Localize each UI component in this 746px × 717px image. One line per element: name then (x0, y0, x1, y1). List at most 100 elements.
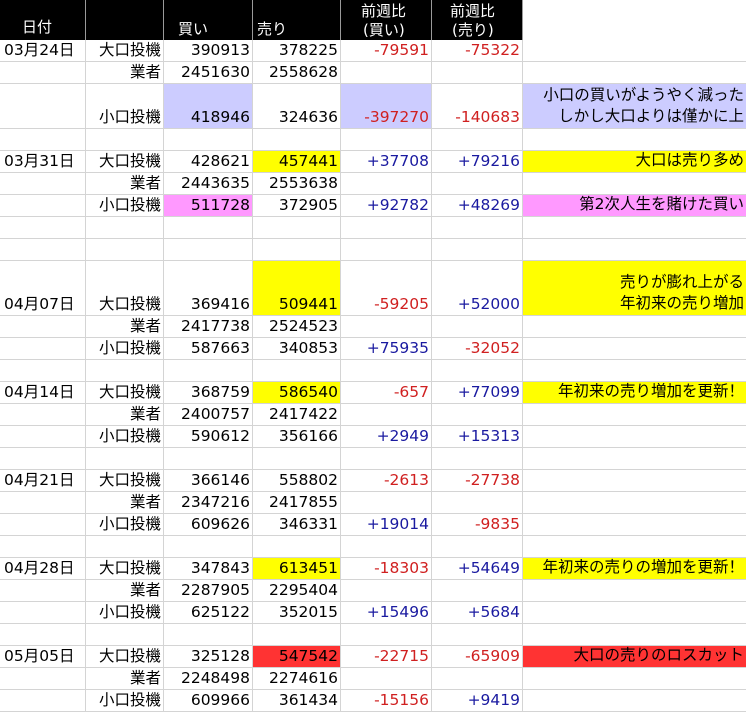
sell-cell[interactable]: 361434 (253, 690, 341, 712)
type-cell[interactable] (86, 360, 164, 382)
diff-buy-cell[interactable]: -59205 (341, 261, 432, 316)
type-cell[interactable]: 業者 (86, 316, 164, 338)
sell-cell[interactable]: 378225 (253, 40, 341, 62)
diff-sell-cell[interactable]: +9419 (432, 690, 523, 712)
header-sell[interactable]: 売り (253, 0, 341, 40)
diff-sell-cell[interactable] (432, 173, 523, 195)
header-buy[interactable]: 買い (164, 0, 253, 40)
date-cell[interactable] (0, 668, 86, 690)
note-cell[interactable] (523, 62, 746, 84)
sell-cell[interactable] (253, 239, 341, 261)
diff-sell-cell[interactable]: -75322 (432, 40, 523, 62)
note-cell[interactable] (523, 690, 746, 712)
note-cell[interactable] (523, 624, 746, 646)
type-cell[interactable]: 大口投機 (86, 382, 164, 404)
sell-cell[interactable]: 2417422 (253, 404, 341, 426)
sell-cell[interactable]: 547542 (253, 646, 341, 668)
date-cell[interactable] (0, 426, 86, 448)
diff-buy-cell[interactable]: +15496 (341, 602, 432, 624)
diff-sell-cell[interactable] (432, 239, 523, 261)
type-cell[interactable] (86, 239, 164, 261)
note-cell[interactable] (523, 404, 746, 426)
note-cell[interactable]: 第2次人生を賭けた買い (523, 195, 746, 217)
diff-sell-cell[interactable] (432, 492, 523, 514)
buy-cell[interactable]: 325128 (164, 646, 253, 668)
diff-sell-cell[interactable]: -32052 (432, 338, 523, 360)
note-cell[interactable] (523, 426, 746, 448)
sell-cell[interactable]: 2274616 (253, 668, 341, 690)
sell-cell[interactable]: 340853 (253, 338, 341, 360)
sell-cell[interactable]: 509441 (253, 261, 341, 316)
buy-cell[interactable]: 2287905 (164, 580, 253, 602)
sell-cell[interactable]: 2417855 (253, 492, 341, 514)
note-cell[interactable]: 大口は売り多め (523, 151, 746, 173)
diff-sell-cell[interactable] (432, 668, 523, 690)
diff-sell-cell[interactable] (432, 536, 523, 558)
sell-cell[interactable]: 324636 (253, 84, 341, 129)
note-cell[interactable] (523, 129, 746, 151)
buy-cell[interactable]: 2347216 (164, 492, 253, 514)
diff-buy-cell[interactable] (341, 129, 432, 151)
date-cell[interactable] (0, 514, 86, 536)
date-cell[interactable]: 04月28日 (0, 558, 86, 580)
buy-cell[interactable] (164, 217, 253, 239)
buy-cell[interactable]: 587663 (164, 338, 253, 360)
header-note[interactable] (523, 0, 746, 40)
type-cell[interactable]: 小口投機 (86, 690, 164, 712)
buy-cell[interactable]: 2417738 (164, 316, 253, 338)
sell-cell[interactable] (253, 217, 341, 239)
type-cell[interactable]: 業者 (86, 62, 164, 84)
note-cell[interactable] (523, 514, 746, 536)
sell-cell[interactable]: 558802 (253, 470, 341, 492)
diff-sell-cell[interactable] (432, 217, 523, 239)
sell-cell[interactable] (253, 360, 341, 382)
sell-cell[interactable] (253, 536, 341, 558)
date-cell[interactable]: 03月24日 (0, 40, 86, 62)
type-cell[interactable]: 大口投機 (86, 470, 164, 492)
type-cell[interactable]: 小口投機 (86, 514, 164, 536)
diff-buy-cell[interactable]: -657 (341, 382, 432, 404)
buy-cell[interactable] (164, 536, 253, 558)
note-cell[interactable] (523, 470, 746, 492)
diff-buy-cell[interactable] (341, 448, 432, 470)
buy-cell[interactable] (164, 624, 253, 646)
type-cell[interactable]: 業者 (86, 492, 164, 514)
date-cell[interactable] (0, 624, 86, 646)
sell-cell[interactable]: 2558628 (253, 62, 341, 84)
note-cell[interactable] (523, 580, 746, 602)
diff-buy-cell[interactable]: -397270 (341, 84, 432, 129)
type-cell[interactable]: 小口投機 (86, 602, 164, 624)
buy-cell[interactable]: 590612 (164, 426, 253, 448)
date-cell[interactable] (0, 690, 86, 712)
date-cell[interactable] (0, 129, 86, 151)
diff-sell-cell[interactable]: -140683 (432, 84, 523, 129)
diff-sell-cell[interactable] (432, 624, 523, 646)
sell-cell[interactable]: 352015 (253, 602, 341, 624)
date-cell[interactable] (0, 602, 86, 624)
type-cell[interactable]: 業者 (86, 580, 164, 602)
date-cell[interactable] (0, 338, 86, 360)
note-cell[interactable] (523, 40, 746, 62)
buy-cell[interactable]: 2451630 (164, 62, 253, 84)
diff-buy-cell[interactable]: -18303 (341, 558, 432, 580)
buy-cell[interactable] (164, 129, 253, 151)
note-cell[interactable] (523, 239, 746, 261)
sell-cell[interactable]: 586540 (253, 382, 341, 404)
type-cell[interactable] (86, 624, 164, 646)
sell-cell[interactable] (253, 448, 341, 470)
date-cell[interactable]: 05月05日 (0, 646, 86, 668)
date-cell[interactable]: 04月21日 (0, 470, 86, 492)
type-cell[interactable]: 小口投機 (86, 195, 164, 217)
buy-cell[interactable]: 609966 (164, 690, 253, 712)
date-cell[interactable] (0, 404, 86, 426)
diff-sell-cell[interactable]: +15313 (432, 426, 523, 448)
sell-cell[interactable]: 372905 (253, 195, 341, 217)
diff-sell-cell[interactable]: +77099 (432, 382, 523, 404)
diff-buy-cell[interactable]: -79591 (341, 40, 432, 62)
buy-cell[interactable]: 369416 (164, 261, 253, 316)
date-cell[interactable] (0, 492, 86, 514)
diff-sell-cell[interactable] (432, 448, 523, 470)
type-cell[interactable] (86, 536, 164, 558)
type-cell[interactable]: 大口投機 (86, 558, 164, 580)
buy-cell[interactable]: 366146 (164, 470, 253, 492)
